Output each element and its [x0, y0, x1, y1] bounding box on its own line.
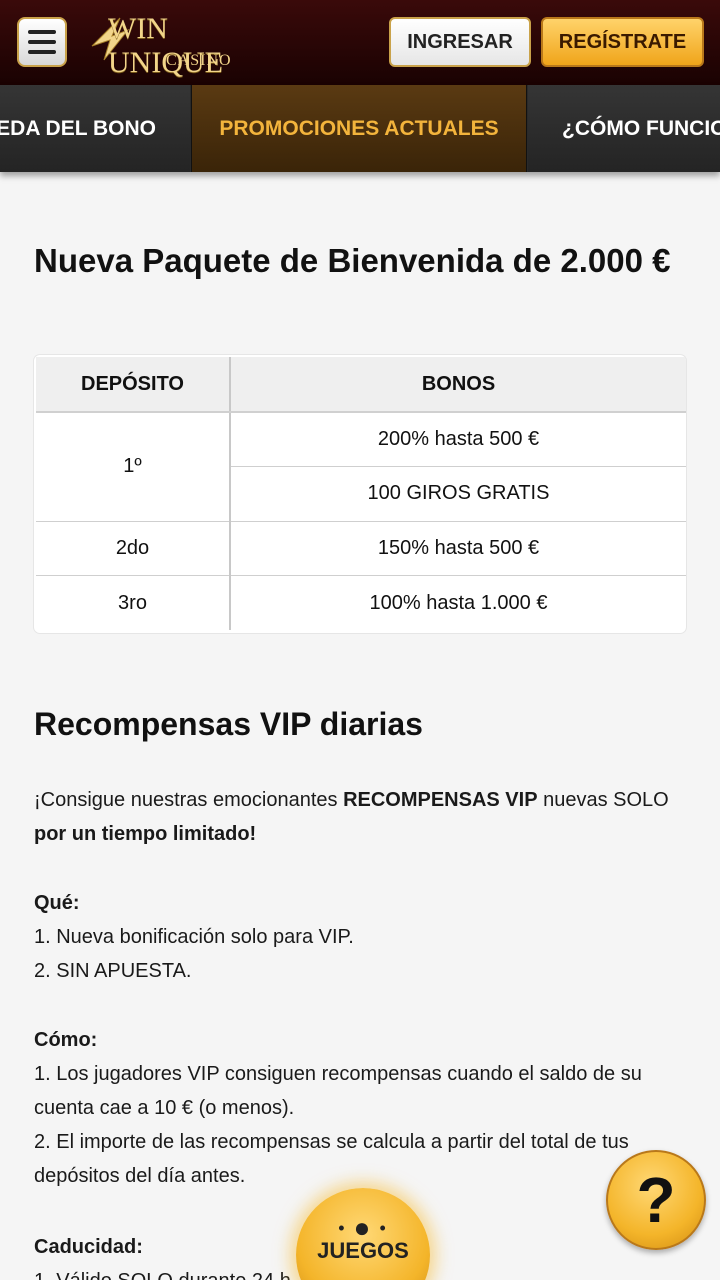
vip-intro-bold: por un tiempo limitado!	[34, 823, 257, 845]
welcome-bonus-table: DEPÓSITO BONOS 1º 200% hasta 500 € 100 G…	[34, 355, 686, 633]
que-label: Qué:	[34, 892, 80, 914]
table-row: 2do 150% hasta 500 €	[36, 521, 686, 576]
menu-line	[28, 50, 56, 54]
hamburger-menu-icon[interactable]	[17, 17, 67, 67]
promo-tabs: EDA DEL BONO PROMOCIONES ACTUALES ¿CÓMO …	[0, 85, 720, 172]
register-button[interactable]: REGÍSTRATE	[541, 17, 704, 67]
como-item: 1. Los jugadores VIP consiguen recompens…	[34, 1063, 642, 1119]
table-row: 1º 200% hasta 500 €	[36, 412, 686, 522]
tab-how-it-works[interactable]: ¿CÓMO FUNCIO	[528, 85, 720, 172]
caducidad-item: 1. Válido SOLO durante 24 h	[34, 1270, 291, 1280]
bonus-cell: 150% hasta 500 €	[230, 521, 686, 576]
que-item: 1. Nueva bonificación solo para VIP.	[34, 926, 354, 948]
site-logo[interactable]: WIN UNIQUE CASINO	[90, 10, 290, 79]
como-item: 2. El importe de las recompensas se calc…	[34, 1131, 629, 1187]
vip-title: Recompensas VIP diarias	[34, 706, 423, 742]
deposit-cell: 2do	[36, 521, 231, 576]
tab-bonus-search[interactable]: EDA DEL BONO	[0, 85, 190, 172]
games-label: JUEGOS	[317, 1238, 409, 1263]
deposit-cell: 3ro	[36, 575, 231, 630]
table-row: 3ro 100% hasta 1.000 €	[36, 575, 686, 630]
table-header-bonus: BONOS	[230, 357, 686, 413]
menu-line	[28, 40, 56, 44]
top-header: WIN UNIQUE CASINO INGRESAR REGÍSTRATE	[0, 0, 720, 85]
vip-intro-bold: RECOMPENSAS VIP	[343, 789, 538, 811]
menu-line	[28, 30, 56, 34]
help-button[interactable]: ?	[606, 1150, 706, 1250]
vip-como-section: Cómo: 1. Los jugadores VIP consiguen rec…	[34, 1023, 694, 1193]
logo-subtext: CASINO	[166, 52, 232, 69]
tab-current-promotions[interactable]: PROMOCIONES ACTUALES	[191, 85, 527, 172]
games-button[interactable]: • ● • JUEGOS	[296, 1188, 430, 1280]
table-header-deposit: DEPÓSITO	[36, 357, 231, 413]
bonus-cell: 200% hasta 500 €	[230, 412, 686, 467]
vip-intro: ¡Consigue nuestras emocionantes RECOMPEN…	[34, 783, 694, 851]
vip-que-section: Qué: 1. Nueva bonificación solo para VIP…	[34, 886, 694, 988]
bonus-cell: 100 GIROS GRATIS	[230, 466, 686, 522]
welcome-title: Nueva Paquete de Bienvenida de 2.000 €	[34, 242, 671, 279]
vip-intro-text: nuevas SOLO	[537, 789, 669, 811]
bonus-cell: 100% hasta 1.000 €	[369, 591, 548, 614]
como-label: Cómo:	[34, 1029, 98, 1051]
deposit-cell: 1º	[36, 412, 231, 522]
que-item: 2. SIN APUESTA.	[34, 960, 192, 982]
caducidad-label: Caducidad:	[34, 1236, 143, 1258]
login-button[interactable]: INGRESAR	[389, 17, 531, 67]
vip-intro-text: ¡Consigue nuestras emocionantes	[34, 789, 344, 811]
